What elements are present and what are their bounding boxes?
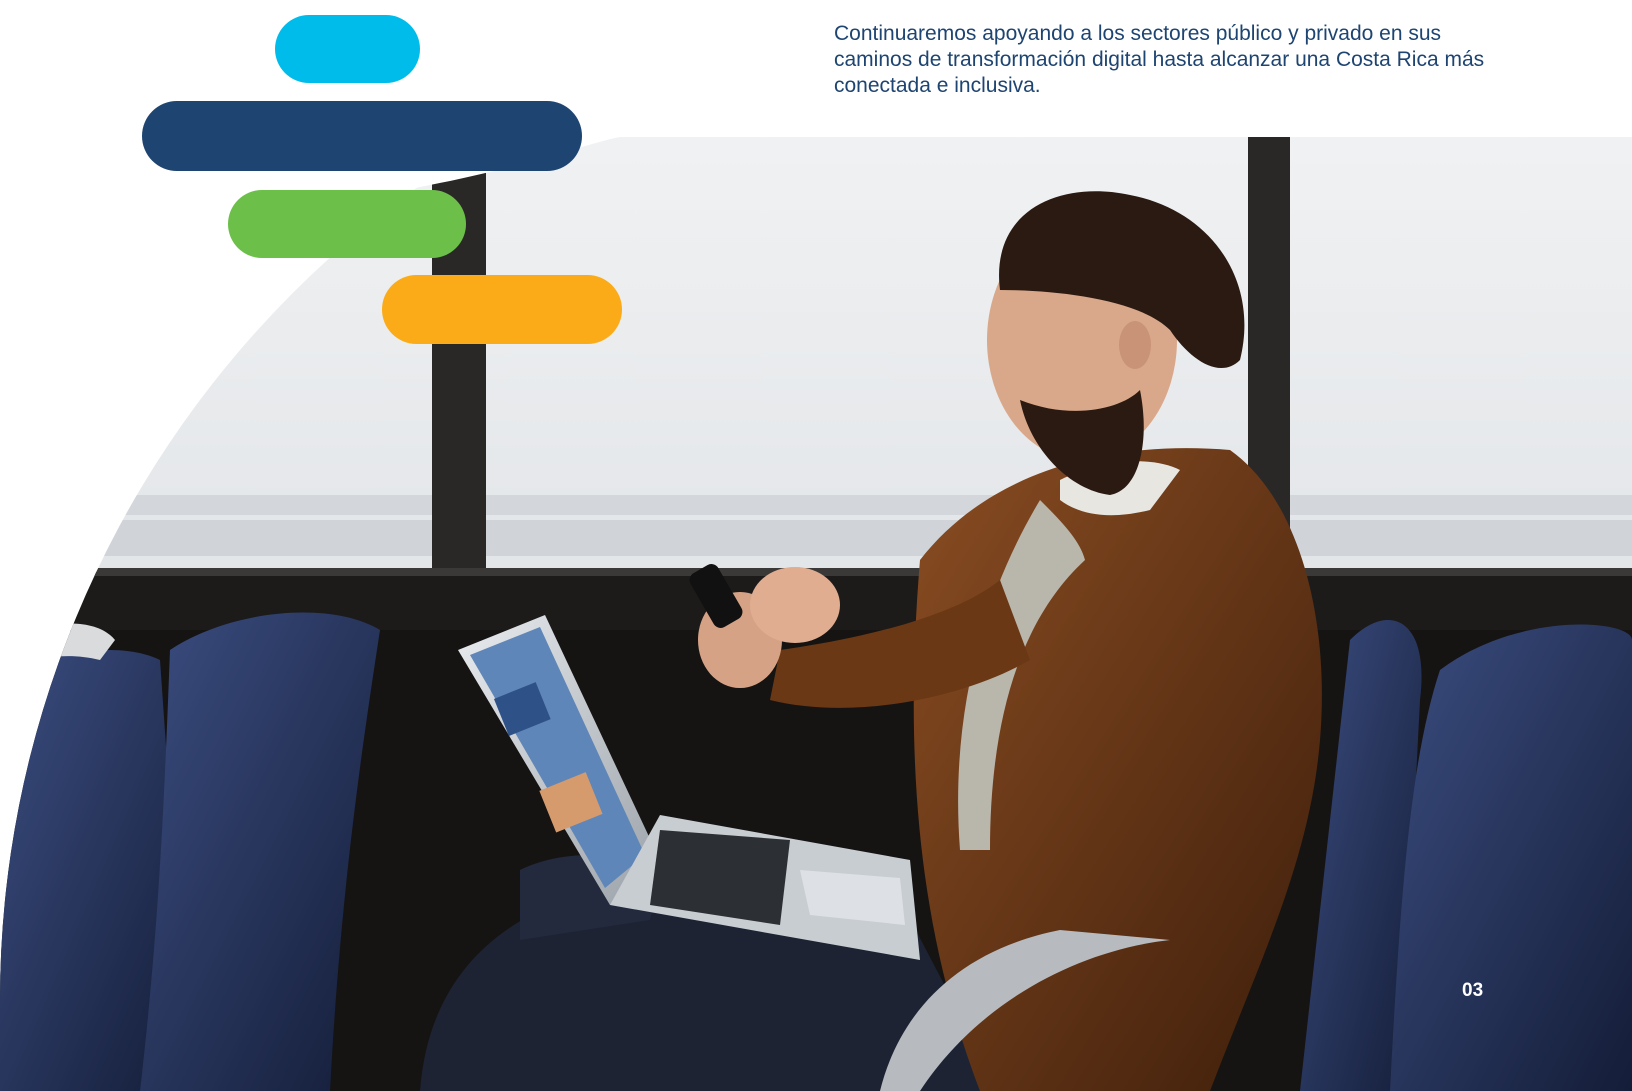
green-pill xyxy=(228,190,466,258)
navy-pill xyxy=(142,101,582,171)
orange-pill xyxy=(382,275,622,344)
headline-text: Continuaremos apoyando a los sectores pú… xyxy=(834,22,1485,97)
document-page: Continuaremos apoyando a los sectores pú… xyxy=(0,0,1632,1091)
page-number: 03 xyxy=(1462,980,1484,1001)
cyan-pill xyxy=(275,15,420,83)
